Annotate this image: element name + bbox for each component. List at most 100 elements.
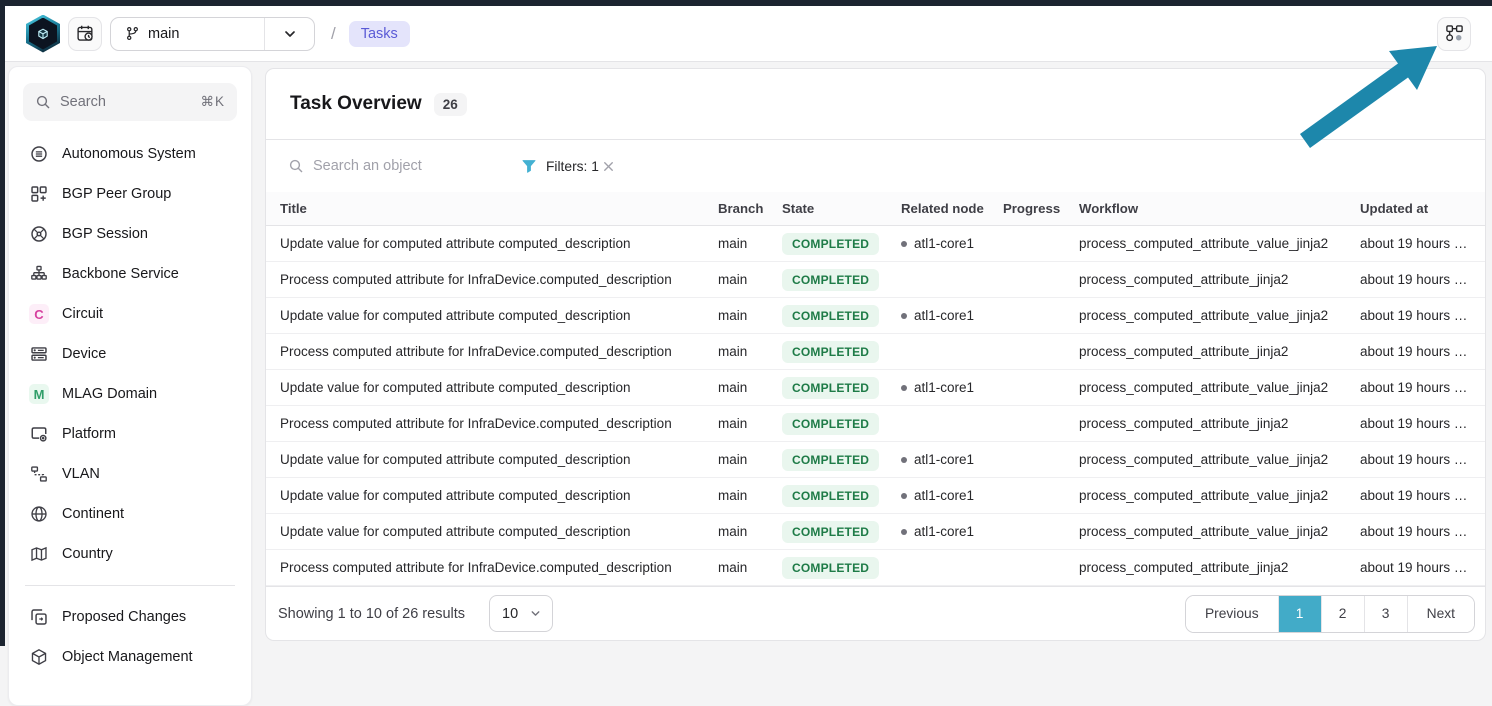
page-title: Task Overview: [290, 93, 422, 115]
table-row[interactable]: Process computed attribute for InfraDevi…: [266, 334, 1485, 370]
status-badge: COMPLETED: [782, 521, 879, 543]
cell-updated-at: about 19 hours ago: [1356, 344, 1475, 359]
next-page-button[interactable]: Next: [1407, 596, 1474, 632]
table-row[interactable]: Process computed attribute for InfraDevi…: [266, 406, 1485, 442]
cell-branch: main: [714, 308, 778, 323]
sidebar-item-label: Continent: [62, 506, 124, 522]
sidebar-item-label: BGP Peer Group: [62, 186, 171, 202]
sidebar-item-platform[interactable]: Platform: [9, 414, 251, 454]
filters-button[interactable]: Filters: 1: [521, 158, 599, 174]
top-bar: main / Tasks: [5, 6, 1492, 62]
sidebar-item-label: BGP Session: [62, 226, 148, 242]
time-travel-button[interactable]: [68, 17, 102, 51]
node-dot-icon: [901, 313, 907, 319]
bgp-session-icon: [29, 224, 49, 244]
sidebar-item-bgp-session[interactable]: BGP Session: [9, 214, 251, 254]
sidebar-search[interactable]: ⌘K: [23, 83, 237, 121]
sidebar-item-mlag-domain[interactable]: M MLAG Domain: [9, 374, 251, 414]
task-overview-panel: Task Overview 26 Filters: 1 Title Branch…: [265, 68, 1486, 641]
column-header-related-node[interactable]: Related node: [897, 201, 999, 216]
sidebar-item-circuit[interactable]: C Circuit: [9, 294, 251, 334]
cell-title: Update value for computed attribute comp…: [276, 488, 714, 503]
cell-updated-at: about 19 hours ago: [1356, 308, 1475, 323]
sidebar-item-label: Autonomous System: [62, 146, 196, 162]
filters-label: Filters: 1: [546, 159, 599, 174]
cell-related-node: atl1-core1: [897, 236, 999, 251]
column-header-progress[interactable]: Progress: [999, 201, 1075, 216]
table-row[interactable]: Process computed attribute for InfraDevi…: [266, 262, 1485, 298]
sidebar-item-country[interactable]: Country: [9, 534, 251, 574]
tasks-table: Title Branch State Related node Progress…: [266, 192, 1485, 586]
cell-title: Update value for computed attribute comp…: [276, 524, 714, 539]
sidebar-item-object-management[interactable]: Object Management: [9, 637, 251, 677]
continent-icon: [29, 504, 49, 524]
cell-workflow: process_computed_attribute_jinja2: [1075, 560, 1356, 575]
previous-page-button[interactable]: Previous: [1186, 596, 1278, 632]
country-icon: [29, 544, 49, 564]
page-button-1[interactable]: 1: [1278, 596, 1321, 632]
column-header-updated-at[interactable]: Updated at: [1356, 201, 1475, 216]
table-row[interactable]: Update value for computed attribute comp…: [266, 442, 1485, 478]
table-row[interactable]: Process computed attribute for InfraDevi…: [266, 550, 1485, 586]
table-row[interactable]: Update value for computed attribute comp…: [266, 298, 1485, 334]
device-icon: [29, 344, 49, 364]
table-row[interactable]: Update value for computed attribute comp…: [266, 514, 1485, 550]
column-header-state[interactable]: State: [778, 201, 897, 216]
cell-state: COMPLETED: [778, 377, 897, 399]
object-search-input[interactable]: [313, 158, 483, 174]
page-button-2[interactable]: 2: [1321, 596, 1364, 632]
cell-branch: main: [714, 524, 778, 539]
sidebar-item-autonomous-system[interactable]: Autonomous System: [9, 134, 251, 174]
sidebar-search-input[interactable]: [60, 94, 191, 110]
infrahub-logo[interactable]: [26, 15, 60, 53]
clear-filters-button[interactable]: [601, 159, 616, 174]
page-size-select[interactable]: 10: [489, 595, 553, 632]
breadcrumb-tasks[interactable]: Tasks: [349, 21, 410, 47]
schema-visualizer-button[interactable]: [1437, 17, 1471, 51]
search-icon: [35, 94, 51, 110]
sidebar-item-bgp-peer-group[interactable]: BGP Peer Group: [9, 174, 251, 214]
cell-state: COMPLETED: [778, 341, 897, 363]
branch-selector-value: main: [148, 26, 179, 42]
window-frame-top: [0, 0, 1492, 6]
sidebar-item-continent[interactable]: Continent: [9, 494, 251, 534]
table-row[interactable]: Update value for computed attribute comp…: [266, 226, 1485, 262]
table-toolbar: Filters: 1: [266, 140, 1485, 192]
sidebar: ⌘K Autonomous System BGP Peer Group BGP …: [8, 66, 252, 706]
cell-updated-at: about 19 hours ago: [1356, 524, 1475, 539]
sidebar-item-label: Proposed Changes: [62, 609, 186, 625]
node-dot-icon: [901, 385, 907, 391]
branch-selector-toggle[interactable]: [264, 18, 314, 50]
cell-title: Update value for computed attribute comp…: [276, 308, 714, 323]
sidebar-item-label: Object Management: [62, 649, 193, 665]
cell-title: Update value for computed attribute comp…: [276, 380, 714, 395]
sidebar-item-backbone-service[interactable]: Backbone Service: [9, 254, 251, 294]
cell-state: COMPLETED: [778, 449, 897, 471]
sidebar-item-device[interactable]: Device: [9, 334, 251, 374]
sidebar-item-vlan[interactable]: VLAN: [9, 454, 251, 494]
sidebar-item-proposed-changes[interactable]: Proposed Changes: [9, 597, 251, 637]
sidebar-item-label: VLAN: [62, 466, 100, 482]
cell-title: Update value for computed attribute comp…: [276, 236, 714, 251]
status-badge: COMPLETED: [782, 449, 879, 471]
panel-header: Task Overview 26: [266, 69, 1485, 140]
filter-funnel-icon: [521, 158, 537, 174]
table-row[interactable]: Update value for computed attribute comp…: [266, 478, 1485, 514]
branch-selector[interactable]: main: [110, 17, 315, 51]
node-dot-icon: [901, 493, 907, 499]
page-button-3[interactable]: 3: [1364, 596, 1407, 632]
table-row[interactable]: Update value for computed attribute comp…: [266, 370, 1485, 406]
infrahub-logo-cube-icon: [29, 18, 57, 50]
cell-title: Process computed attribute for InfraDevi…: [276, 344, 714, 359]
platform-icon: [29, 424, 49, 444]
status-badge: COMPLETED: [782, 269, 879, 291]
sidebar-divider: [25, 585, 235, 586]
cell-state: COMPLETED: [778, 305, 897, 327]
column-header-branch[interactable]: Branch: [714, 201, 778, 216]
cell-workflow: process_computed_attribute_jinja2: [1075, 416, 1356, 431]
cell-state: COMPLETED: [778, 233, 897, 255]
column-header-title[interactable]: Title: [276, 201, 714, 216]
column-header-workflow[interactable]: Workflow: [1075, 201, 1356, 216]
cell-updated-at: about 19 hours ago: [1356, 452, 1475, 467]
sidebar-item-label: Device: [62, 346, 106, 362]
